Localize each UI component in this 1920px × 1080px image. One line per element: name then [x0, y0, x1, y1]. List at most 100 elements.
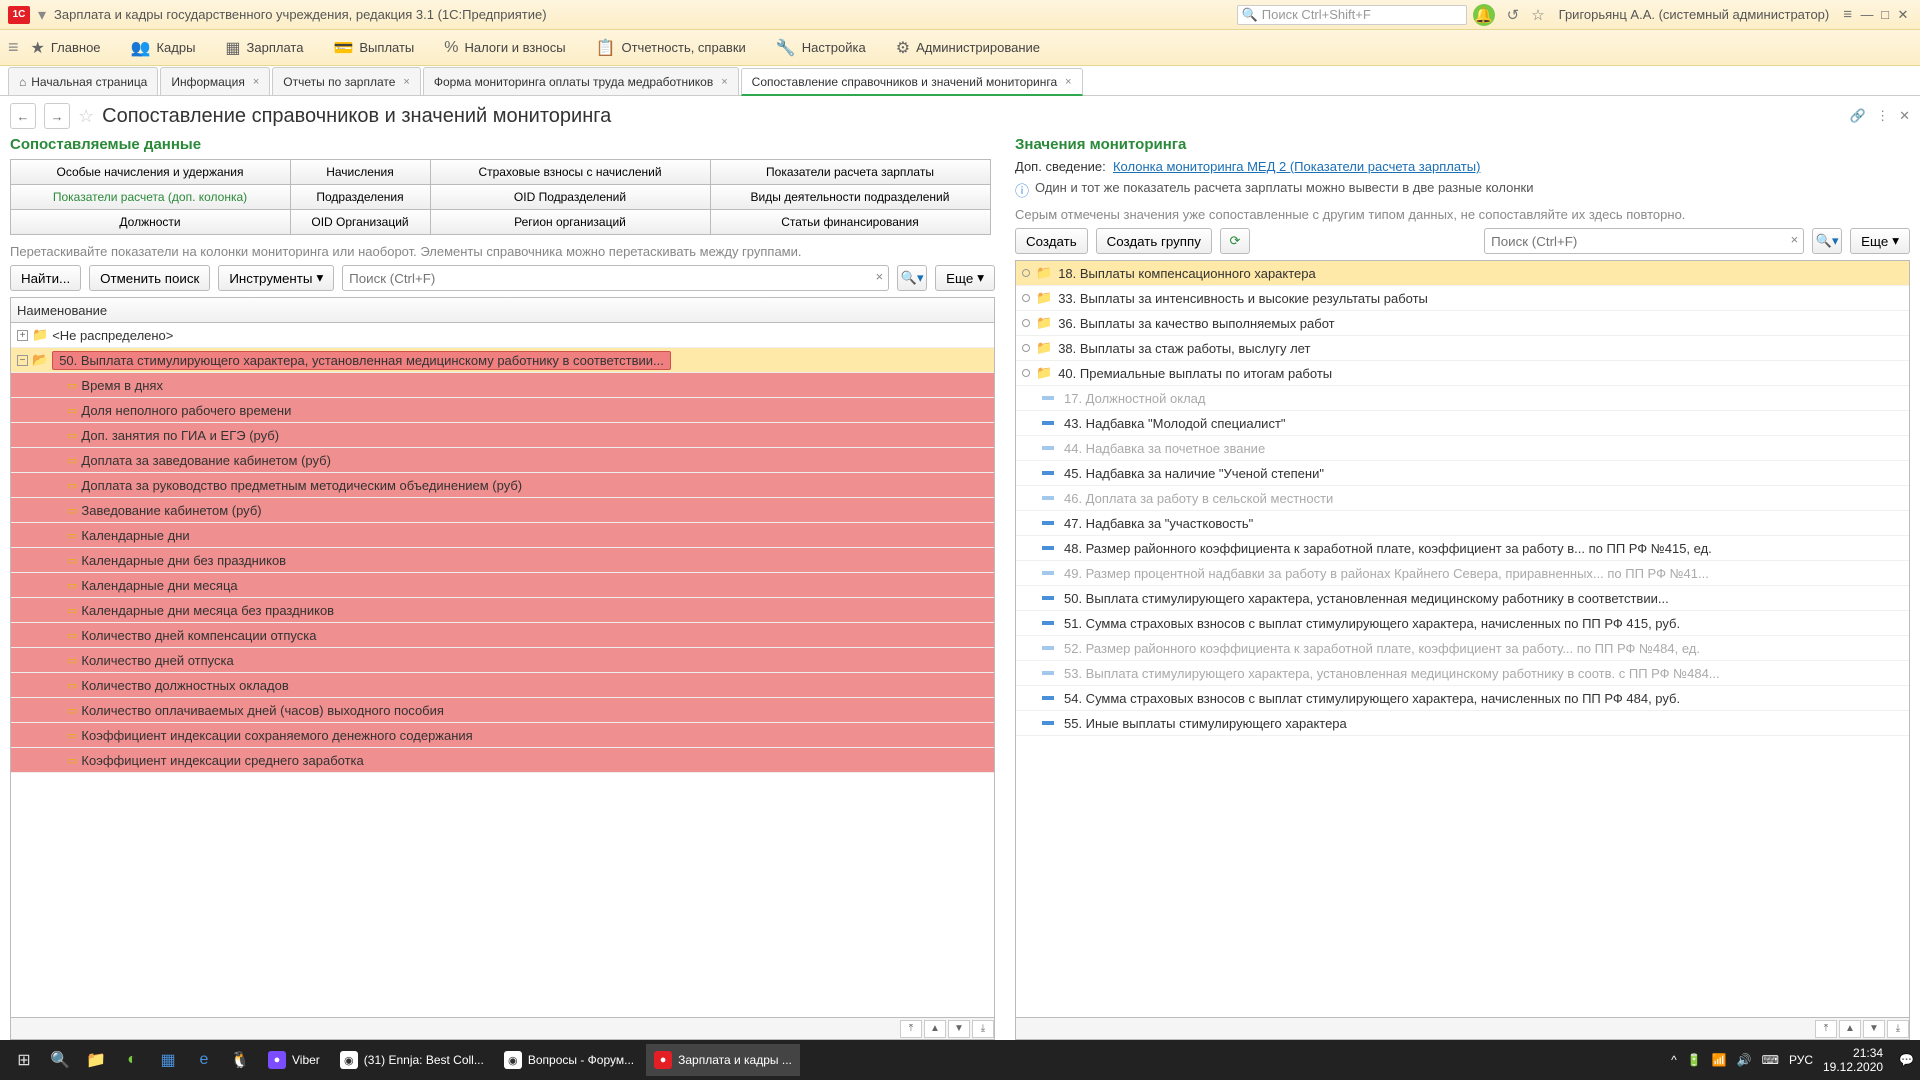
collapse-icon[interactable]: −: [17, 355, 28, 366]
tab-close-icon[interactable]: ×: [253, 76, 259, 88]
tab[interactable]: ⌂Начальная страница: [8, 67, 158, 95]
refresh-button[interactable]: ⟳: [1220, 228, 1250, 254]
nav-forward-button[interactable]: →: [44, 103, 70, 129]
monitoring-item[interactable]: 52. Размер районного коэффициента к зара…: [1016, 636, 1909, 661]
expand-icon[interactable]: +: [17, 330, 28, 341]
filter-button[interactable]: Подразделения: [290, 184, 431, 210]
filter-button[interactable]: OID Подразделений: [430, 184, 711, 210]
battery-icon[interactable]: 🔋: [1687, 1053, 1702, 1067]
start-button[interactable]: ⊞: [6, 1050, 42, 1070]
clear-search-icon[interactable]: ×: [876, 269, 884, 284]
main-menu-item[interactable]: 📋Отчетность, справки: [596, 38, 746, 58]
tree-nav-bottom[interactable]: ⤓: [972, 1020, 994, 1038]
monitoring-item[interactable]: 48. Размер районного коэффициента к зара…: [1016, 536, 1909, 561]
tab[interactable]: Форма мониторинга оплаты труда медработн…: [423, 67, 739, 95]
monitoring-item[interactable]: 📁36. Выплаты за качество выполняемых раб…: [1016, 311, 1909, 336]
taskbar-app[interactable]: ◉(31) Ennja: Best Coll...: [332, 1044, 492, 1076]
clear-right-search-icon[interactable]: ×: [1791, 232, 1799, 247]
tab-close-icon[interactable]: ×: [721, 76, 727, 88]
tree-row[interactable]: ▭Календарные дни месяца: [11, 573, 994, 598]
filter-button[interactable]: Виды деятельности подразделений: [710, 184, 991, 210]
monitoring-column-link[interactable]: Колонка мониторинга МЕД 2 (Показатели ра…: [1113, 159, 1480, 174]
tree-row[interactable]: ▭Доля неполного рабочего времени: [11, 398, 994, 423]
tab[interactable]: Информация×: [160, 67, 270, 95]
monitoring-item[interactable]: 46. Доплата за работу в сельской местнос…: [1016, 486, 1909, 511]
tree-nav-up[interactable]: ▲: [1839, 1020, 1861, 1038]
search-dropdown-button[interactable]: 🔍▾: [897, 265, 927, 291]
create-button[interactable]: Создать: [1015, 228, 1088, 254]
taskbar-app[interactable]: ◉Вопросы - Форум...: [496, 1044, 642, 1076]
taskbar-app[interactable]: ●Зарплата и кадры ...: [646, 1044, 800, 1076]
language-indicator[interactable]: РУС: [1789, 1053, 1813, 1067]
tree-row[interactable]: ▭Коэффициент индексации сохраняемого ден…: [11, 723, 994, 748]
tree-row[interactable]: ▭Количество дней отпуска: [11, 648, 994, 673]
monitoring-item[interactable]: 17. Должностной оклад: [1016, 386, 1909, 411]
monitoring-item[interactable]: 55. Иные выплаты стимулирующего характер…: [1016, 711, 1909, 736]
tree-nav-top[interactable]: ⤒: [1815, 1020, 1837, 1038]
tree-header[interactable]: Наименование: [10, 297, 995, 323]
filter-button[interactable]: Показатели расчета (доп. колонка): [10, 184, 291, 210]
monitoring-item[interactable]: 51. Сумма страховых взносов с выплат сти…: [1016, 611, 1909, 636]
file-explorer-icon[interactable]: 📁: [78, 1050, 114, 1070]
filter-button[interactable]: Показатели расчета зарплаты: [710, 159, 991, 185]
expand-marker[interactable]: [1022, 319, 1030, 327]
current-user[interactable]: Григорьянц А.А. (системный администратор…: [1559, 7, 1830, 22]
monitoring-item[interactable]: 43. Надбавка "Молодой специалист": [1016, 411, 1909, 436]
monitoring-item[interactable]: 53. Выплата стимулирующего характера, ус…: [1016, 661, 1909, 686]
system-clock[interactable]: 21:34 19.12.2020: [1823, 1046, 1883, 1074]
app-icon[interactable]: ▦: [150, 1050, 186, 1070]
tab-close-icon[interactable]: ×: [403, 76, 409, 88]
tree-nav-down[interactable]: ▼: [948, 1020, 970, 1038]
tree-row[interactable]: +📁<Не распределено>: [11, 323, 994, 348]
expand-marker[interactable]: [1022, 344, 1030, 352]
expand-marker[interactable]: [1022, 369, 1030, 377]
page-favorite-icon[interactable]: ☆: [78, 106, 94, 127]
right-more-button[interactable]: Еще ▾: [1850, 228, 1910, 254]
cancel-search-button[interactable]: Отменить поиск: [89, 265, 210, 291]
main-menu-item[interactable]: 💳Выплаты: [333, 38, 414, 58]
main-menu-item[interactable]: ★Главное: [31, 38, 101, 58]
monitoring-item[interactable]: 📁40. Премиальные выплаты по итогам работ…: [1016, 361, 1909, 386]
tree-row[interactable]: ▭Коэффициент индексации среднего заработ…: [11, 748, 994, 773]
main-menu-item[interactable]: ▦Зарплата: [225, 38, 303, 58]
main-menu-item[interactable]: %Налоги и взносы: [444, 38, 565, 58]
wifi-icon[interactable]: 📶: [1712, 1053, 1727, 1067]
main-menu-item[interactable]: 🔧Настройка: [776, 38, 866, 58]
main-dropdown-icon[interactable]: ▾: [38, 5, 46, 25]
find-button[interactable]: Найти...: [10, 265, 81, 291]
taskbar-search-icon[interactable]: 🔍: [42, 1050, 78, 1070]
tree-nav-bottom[interactable]: ⤓: [1887, 1020, 1909, 1038]
app-icon[interactable]: ◐: [114, 1051, 150, 1069]
minimize-button[interactable]: —: [1858, 7, 1876, 22]
monitoring-item[interactable]: 49. Размер процентной надбавки за работу…: [1016, 561, 1909, 586]
sections-menu-icon[interactable]: ≡: [8, 37, 19, 58]
tree-row[interactable]: ▭Доп. занятия по ГИА и ЕГЭ (руб): [11, 423, 994, 448]
tree-row[interactable]: ▭Календарные дни: [11, 523, 994, 548]
history-icon[interactable]: ↺: [1507, 6, 1520, 24]
filter-button[interactable]: Страховые взносы с начислений: [430, 159, 711, 185]
monitoring-item[interactable]: 📁33. Выплаты за интенсивность и высокие …: [1016, 286, 1909, 311]
tray-chevron-icon[interactable]: ^: [1671, 1053, 1677, 1067]
create-group-button[interactable]: Создать группу: [1096, 228, 1212, 254]
expand-marker[interactable]: [1022, 269, 1030, 277]
right-search-dropdown[interactable]: 🔍▾: [1812, 228, 1842, 254]
monitoring-item[interactable]: 54. Сумма страховых взносов с выплат сти…: [1016, 686, 1909, 711]
maximize-button[interactable]: □: [1876, 7, 1894, 22]
left-search-input[interactable]: [342, 265, 889, 291]
monitoring-item[interactable]: 47. Надбавка за "участковость": [1016, 511, 1909, 536]
filter-button[interactable]: Особые начисления и удержания: [10, 159, 291, 185]
ie-icon[interactable]: e: [186, 1051, 222, 1069]
tree-nav-top[interactable]: ⤒: [900, 1020, 922, 1038]
tree-row[interactable]: ▭Время в днях: [11, 373, 994, 398]
close-page-button[interactable]: ✕: [1899, 108, 1910, 124]
expand-marker[interactable]: [1022, 294, 1030, 302]
more-button[interactable]: Еще ▾: [935, 265, 995, 291]
tree-row[interactable]: ▭Количество оплачиваемых дней (часов) вы…: [11, 698, 994, 723]
tree-row[interactable]: −📂50. Выплата стимулирующего характера, …: [11, 348, 994, 373]
tree-row[interactable]: ▭Количество дней компенсации отпуска: [11, 623, 994, 648]
filter-button[interactable]: Должности: [10, 209, 291, 235]
main-menu-item[interactable]: ⚙Администрирование: [896, 38, 1040, 58]
filter-button[interactable]: Регион организаций: [430, 209, 711, 235]
tree-row[interactable]: ▭Доплата за руководство предметным метод…: [11, 473, 994, 498]
tools-button[interactable]: Инструменты ▾: [218, 265, 334, 291]
